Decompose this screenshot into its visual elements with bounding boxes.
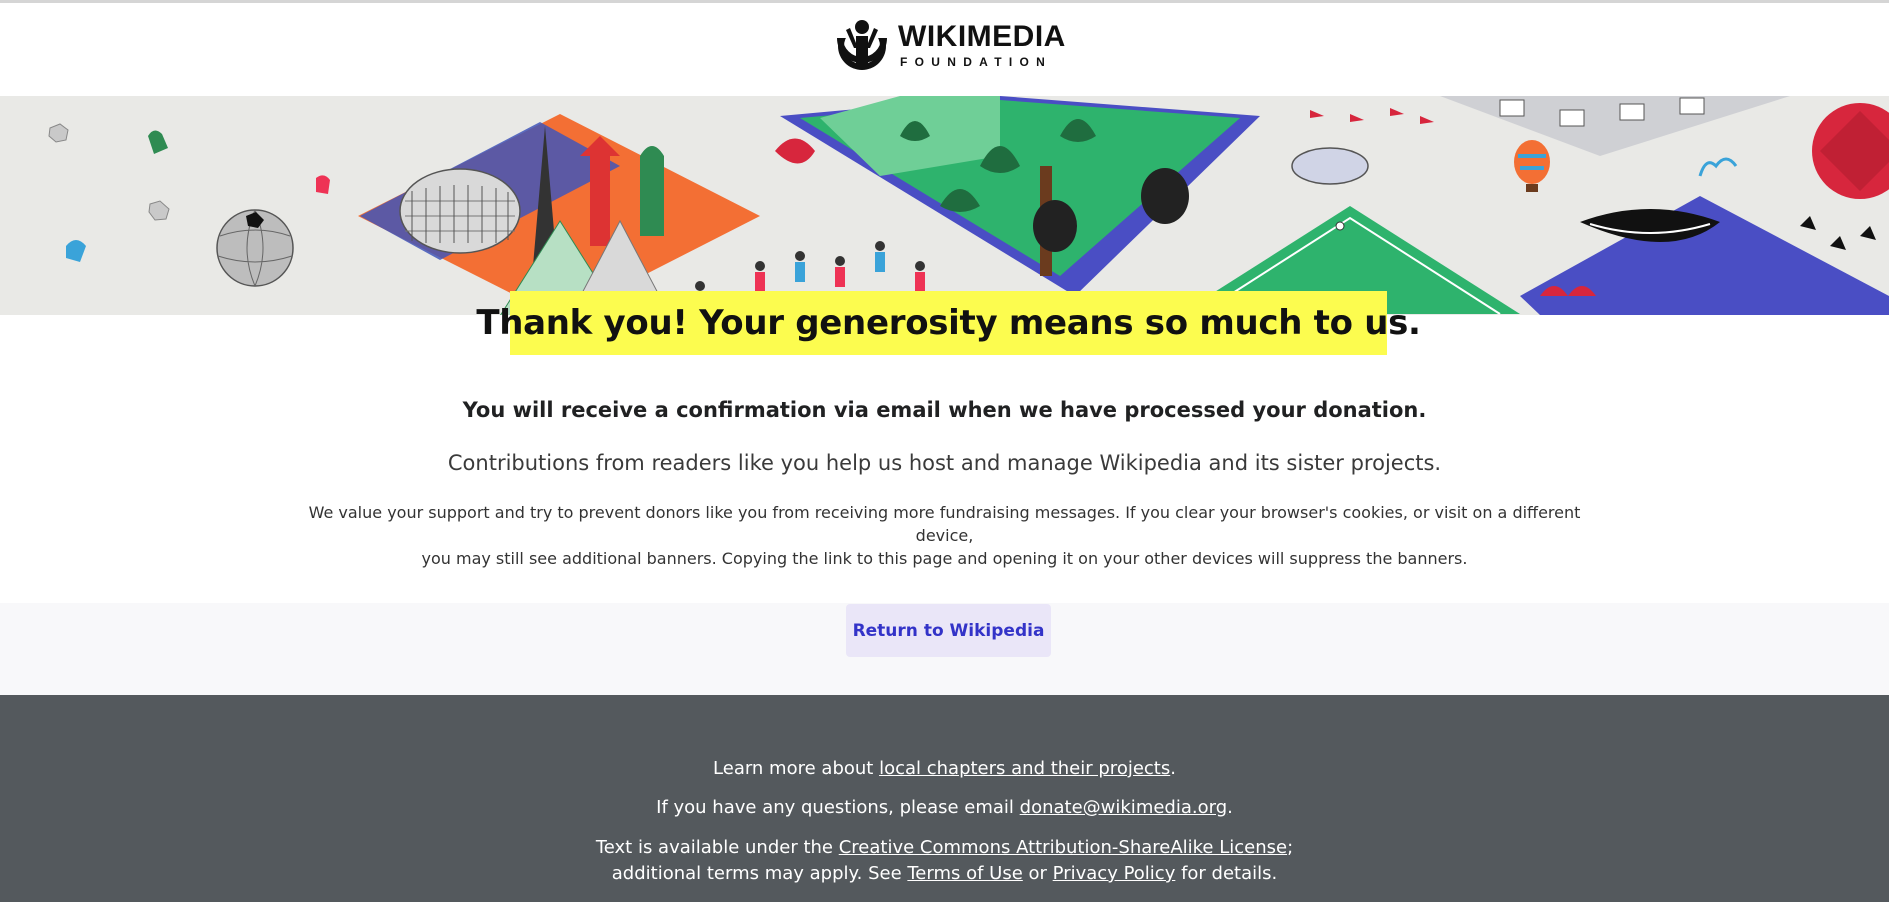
banner-notice: We value your support and try to prevent… <box>300 501 1589 570</box>
donate-email-link[interactable]: donate@wikimedia.org <box>1020 797 1227 818</box>
world-illustration-art <box>48 96 1889 315</box>
footer-questions-prefix: If you have any questions, please email <box>656 797 1020 818</box>
contributions-message: Contributions from readers like you help… <box>447 451 1442 475</box>
footer-license-text: Text is available under the Creative Com… <box>560 835 1329 887</box>
logo-subtitle: FOUNDATION <box>900 55 1053 69</box>
footer-or-text: or <box>1022 863 1053 884</box>
confirmation-message: You will receive a confirmation via emai… <box>462 398 1427 422</box>
footer-license-prefix: Text is available under the <box>595 837 839 858</box>
top-border <box>0 0 1889 3</box>
banner-notice-line-1: We value your support and try to prevent… <box>308 503 1581 545</box>
hero-illustration <box>0 96 1889 315</box>
privacy-policy-link[interactable]: Privacy Policy <box>1053 863 1176 884</box>
banner-notice-line-2: you may still see additional banners. Co… <box>421 549 1468 568</box>
wikimedia-logo[interactable]: WIKIMEDIA FOUNDATION <box>836 18 1066 72</box>
footer-chapters-prefix: Learn more about <box>713 758 880 779</box>
wikimedia-logo-icon <box>836 18 888 70</box>
footer-questions-line: If you have any questions, please email … <box>0 797 1889 818</box>
footer-license-suffix: for details. <box>1175 863 1278 884</box>
cc-license-link[interactable]: Creative Commons Attribution-ShareAlike … <box>839 837 1287 858</box>
return-to-wikipedia-button[interactable]: Return to Wikipedia <box>846 604 1051 657</box>
footer: Learn more about local chapters and thei… <box>0 695 1889 902</box>
thank-you-headline: Thank you! Your generosity means so much… <box>476 291 1421 355</box>
terms-of-use-link[interactable]: Terms of Use <box>907 863 1022 884</box>
logo-wordmark: WIKIMEDIA <box>898 20 1066 53</box>
footer-questions-suffix: . <box>1227 797 1233 818</box>
local-chapters-link[interactable]: local chapters and their projects <box>879 758 1170 779</box>
footer-chapters-suffix: . <box>1170 758 1176 779</box>
headline-text: Thank you! Your generosity means so much… <box>476 303 1421 343</box>
footer-chapters-line: Learn more about local chapters and thei… <box>0 758 1889 779</box>
